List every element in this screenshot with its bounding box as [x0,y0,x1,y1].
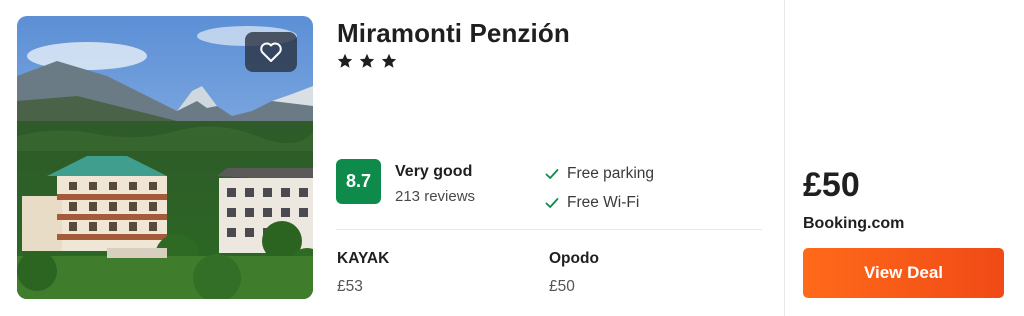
rating-label: Very good [395,163,473,180]
view-deal-button[interactable]: View Deal [803,248,1004,298]
amenity-label: Free parking [567,165,655,182]
amenity-free-wifi: Free Wi-Fi [545,194,639,212]
amenity-label: Free Wi-Fi [567,194,640,211]
provider-price-opodo[interactable]: £50 [549,278,575,296]
best-price-provider: Booking.com [803,215,905,232]
star-icon [381,53,397,68]
check-icon [545,169,559,179]
star-rating [336,52,398,70]
star-icon [337,53,353,68]
hotel-result-card[interactable]: Miramonti Penzión 8.7 Very good 213 revi… [0,0,1024,316]
column-divider [784,0,785,316]
review-count[interactable]: 213 reviews [395,188,475,205]
star-icon [359,53,375,68]
amenity-free-parking: Free parking [545,165,654,183]
favorite-button[interactable] [245,32,297,72]
best-price: £50 [803,166,860,204]
review-score-badge[interactable]: 8.7 [336,159,381,204]
divider [336,229,762,230]
provider-price-kayak[interactable]: £53 [337,278,363,296]
heart-outline-icon [260,42,282,62]
provider-name-opodo[interactable]: Opodo [549,250,599,268]
provider-name-kayak[interactable]: KAYAK [337,250,389,268]
hotel-name[interactable]: Miramonti Penzión [337,18,570,49]
check-icon [545,198,559,208]
